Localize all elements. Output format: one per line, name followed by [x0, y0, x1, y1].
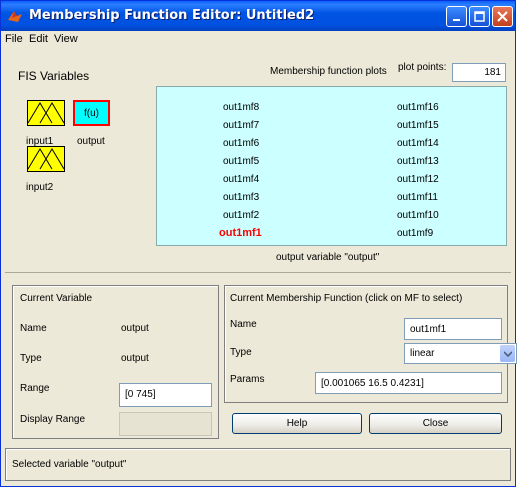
- maximize-button[interactable]: [469, 6, 490, 27]
- minimize-icon: [452, 18, 460, 21]
- input2-mf-icon[interactable]: [27, 146, 65, 172]
- variable-name-label: Name: [20, 323, 47, 334]
- menu-edit[interactable]: Edit: [29, 33, 48, 45]
- status-bar: Selected variable "output": [5, 448, 511, 481]
- variable-name-value: output: [121, 323, 149, 334]
- help-button[interactable]: Help: [232, 413, 362, 434]
- matlab-icon: [8, 11, 22, 22]
- minimize-button[interactable]: [446, 6, 467, 27]
- close-icon: [497, 11, 508, 22]
- mf-plot-area[interactable]: out1mf8 out1mf7 out1mf6 out1mf5 out1mf4 …: [156, 86, 507, 246]
- range-input[interactable]: [0 745]: [119, 383, 212, 407]
- close-button[interactable]: Close: [369, 413, 502, 434]
- params-label: Params: [230, 374, 265, 385]
- mf-item[interactable]: out1mf13: [397, 156, 439, 167]
- mf-type-select[interactable]: linear: [404, 343, 517, 364]
- status-text: Selected variable "output": [12, 459, 127, 470]
- mf-item[interactable]: out1mf2: [223, 210, 259, 221]
- output-function-label: f(u): [84, 108, 99, 119]
- triangle-mf-icon: [27, 102, 65, 124]
- dropdown-arrow[interactable]: [500, 345, 515, 362]
- mf-item[interactable]: out1mf12: [397, 174, 439, 185]
- range-label: Range: [20, 383, 50, 394]
- mf-item[interactable]: out1mf15: [397, 120, 439, 131]
- mf-type-label: Type: [230, 347, 252, 358]
- mf-item[interactable]: out1mf10: [397, 210, 439, 221]
- input1-mf-icon[interactable]: [27, 100, 65, 126]
- plot-points-input[interactable]: 181: [452, 63, 506, 82]
- menu-file[interactable]: File: [5, 33, 23, 45]
- output-label: output: [77, 136, 105, 147]
- mf-type-selected: linear: [410, 348, 435, 359]
- mf-item[interactable]: out1mf11: [397, 192, 438, 203]
- title-bar[interactable]: Membership Function Editor: Untitled2: [1, 1, 515, 31]
- mf-item-selected[interactable]: out1mf1: [219, 227, 262, 239]
- mf-name-input[interactable]: out1mf1: [404, 318, 502, 340]
- display-range-label: Display Range: [20, 414, 86, 425]
- current-variable-heading: Current Variable: [20, 293, 93, 304]
- params-input[interactable]: [0.001065 16.5 0.4231]: [315, 372, 502, 394]
- close-window-button[interactable]: [492, 6, 513, 27]
- mf-item[interactable]: out1mf14: [397, 138, 439, 149]
- maximize-icon: [474, 11, 485, 22]
- output-variable-icon[interactable]: f(u): [73, 100, 110, 126]
- window-title: Membership Function Editor: Untitled2: [29, 8, 315, 23]
- variable-type-label: Type: [20, 353, 42, 364]
- menu-bar: File Edit View: [1, 31, 515, 49]
- mf-plots-label: Membership function plots: [270, 66, 387, 77]
- divider: [5, 272, 511, 273]
- mf-item[interactable]: out1mf3: [223, 192, 259, 203]
- mf-item[interactable]: out1mf7: [223, 120, 259, 131]
- mf-item[interactable]: out1mf16: [397, 102, 439, 113]
- mf-name-label: Name: [230, 319, 257, 330]
- mf-item[interactable]: out1mf8: [223, 102, 259, 113]
- variable-type-value: output: [121, 353, 149, 364]
- triangle-mf-icon: [27, 148, 65, 170]
- current-mf-heading: Current Membership Function (click on MF…: [230, 293, 463, 304]
- menu-view[interactable]: View: [54, 33, 78, 45]
- display-range-input[interactable]: [119, 412, 212, 436]
- mf-item[interactable]: out1mf5: [223, 156, 259, 167]
- plot-caption: output variable "output": [276, 252, 380, 263]
- mf-item[interactable]: out1mf6: [223, 138, 259, 149]
- fis-variables-heading: FIS Variables: [18, 69, 90, 83]
- chevron-down-icon: [503, 350, 512, 357]
- mf-item[interactable]: out1mf4: [223, 174, 259, 185]
- input2-label: input2: [26, 182, 54, 193]
- plot-points-label: plot points:: [398, 62, 447, 73]
- mf-item[interactable]: out1mf9: [397, 228, 433, 239]
